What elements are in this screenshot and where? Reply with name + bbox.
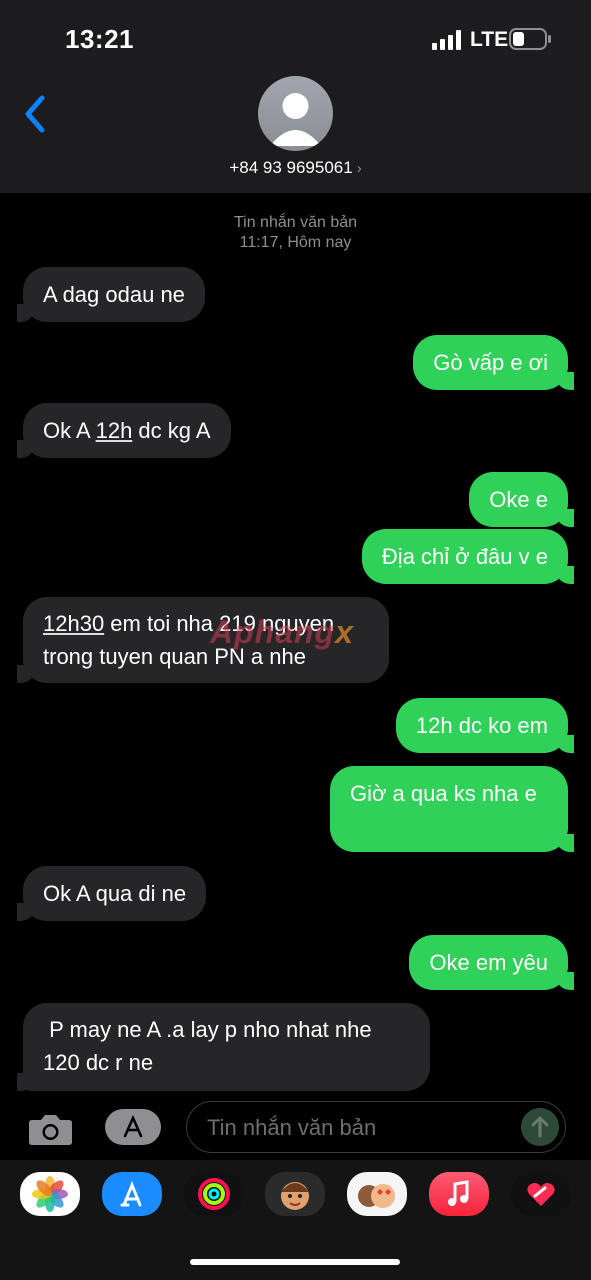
battery-icon bbox=[509, 28, 551, 50]
status-bar: 13:21 LTE bbox=[0, 0, 591, 70]
photos-icon[interactable] bbox=[20, 1172, 80, 1216]
message-bubble-outgoing[interactable]: 12h dc ko em bbox=[395, 698, 575, 753]
watermark-logo: Aphangx bbox=[210, 614, 354, 650]
home-indicator[interactable] bbox=[190, 1259, 400, 1265]
digital-touch-icon[interactable] bbox=[511, 1172, 571, 1216]
person-silhouette-icon bbox=[270, 93, 321, 146]
message-text: dc kg A bbox=[132, 418, 211, 443]
contact-name[interactable]: +84 93 9695061 › bbox=[0, 158, 591, 178]
thread-service-label: Tin nhắn văn bản bbox=[233, 214, 358, 231]
time-link[interactable]: 12h30 bbox=[43, 611, 104, 636]
message-bubble-incoming[interactable]: A dag odau ne bbox=[17, 267, 205, 322]
message-text: P may ne A .a lay p nho nhat nhe bbox=[43, 1017, 372, 1042]
message-bubble-outgoing[interactable]: Oke em yêu bbox=[409, 935, 574, 990]
app-store-icon[interactable] bbox=[102, 1172, 162, 1216]
time-link[interactable]: 12h bbox=[96, 418, 133, 443]
network-type: LTE bbox=[470, 28, 509, 51]
message-bubble-incoming[interactable]: Ok A qua di ne bbox=[16, 866, 207, 921]
back-chevron-icon[interactable] bbox=[20, 94, 50, 134]
message-text: 120 dc r ne bbox=[43, 1050, 154, 1075]
message-input-placeholder: Tin nhắn văn bản bbox=[207, 1115, 377, 1140]
thread-timestamp: 11:17, Hôm nay bbox=[239, 234, 352, 251]
message-text: 12h dc ko em bbox=[415, 713, 548, 738]
message-bubble-incoming[interactable]: Ok A 12h dc kg A bbox=[17, 403, 231, 458]
message-bubble-incoming[interactable]: P may ne A .a lay p nho nhat nhe 120 dc … bbox=[17, 1003, 430, 1091]
camera-icon[interactable] bbox=[28, 1112, 73, 1146]
music-icon[interactable] bbox=[429, 1172, 489, 1216]
message-text: Địa chỉ ở đâu v e bbox=[381, 544, 548, 569]
message-bubble-outgoing[interactable]: Oke e bbox=[469, 472, 574, 527]
message-text: Gò vấp e ơi bbox=[433, 350, 548, 375]
message-bubble-outgoing[interactable]: Giờ a qua ks nha e bbox=[330, 766, 574, 852]
message-text: Ok A qua di ne bbox=[43, 881, 187, 906]
contact-number: +84 93 9695061 bbox=[229, 158, 353, 177]
message-text: Ok A bbox=[43, 418, 96, 443]
message-bubble-outgoing[interactable]: Gò vấp e ơi bbox=[413, 335, 574, 390]
app-store-icon bbox=[123, 1114, 143, 1138]
memoji-stickers-icon[interactable] bbox=[347, 1172, 407, 1216]
composer-bar: Tin nhắn văn bản bbox=[0, 1093, 591, 1160]
contact-avatar[interactable] bbox=[258, 76, 333, 151]
send-arrow-icon[interactable] bbox=[521, 1108, 559, 1146]
message-input[interactable]: Tin nhắn văn bản bbox=[186, 1101, 566, 1153]
chevron-right-icon: › bbox=[356, 160, 362, 177]
imessage-app-dock bbox=[0, 1160, 591, 1280]
fitness-icon[interactable] bbox=[184, 1172, 244, 1216]
message-bubble-outgoing[interactable]: Địa chỉ ở đâu v e bbox=[361, 529, 575, 584]
message-text: Oke e bbox=[489, 487, 548, 512]
cellular-signal-icon bbox=[432, 30, 461, 50]
message-text: A dag odau ne bbox=[43, 282, 185, 307]
message-text: Giờ a qua ks nha e bbox=[350, 781, 537, 806]
message-text: Oke em yêu bbox=[429, 950, 548, 975]
status-time: 13:21 bbox=[65, 24, 134, 54]
app-drawer-button[interactable] bbox=[105, 1109, 161, 1145]
conversation-header: +84 93 9695061 › bbox=[0, 70, 591, 193]
memoji-icon[interactable] bbox=[265, 1172, 325, 1216]
